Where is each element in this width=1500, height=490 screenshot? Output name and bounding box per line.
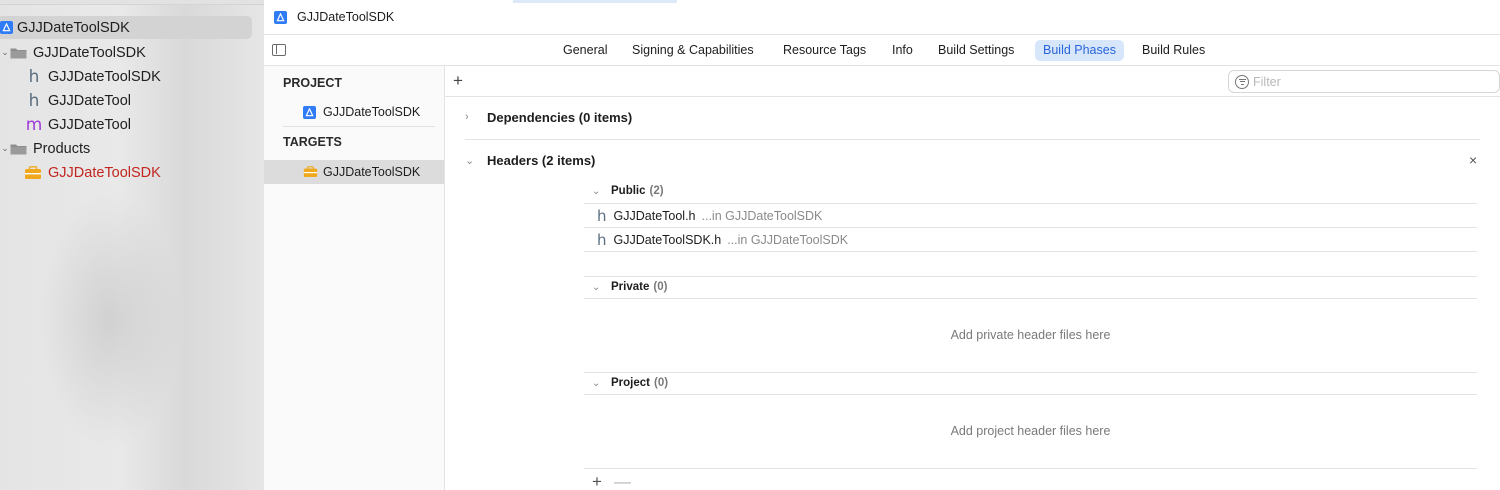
public-group-count: (2) [649, 185, 664, 197]
divider [584, 298, 1477, 299]
header-file-location: ...in GJJDateToolSDK [701, 209, 823, 223]
target-item[interactable]: GJJDateToolSDK [264, 160, 444, 184]
private-group-header[interactable]: ⌄ Private (0) [590, 278, 667, 296]
navigator-file-label: GJJDateToolSDK [48, 68, 161, 85]
public-group-label: Public [611, 185, 646, 197]
public-group-header[interactable]: ⌄ Public (2) [590, 182, 664, 200]
tab-info[interactable]: Info [884, 40, 921, 61]
project-editor-tabs: General Signing & Capabilities Resource … [264, 35, 1500, 66]
header-list-controls: + — [592, 472, 631, 490]
divider [465, 139, 1480, 140]
divider [584, 251, 1477, 252]
chevron-down-icon[interactable]: ⌄ [0, 47, 10, 58]
navigator-file-row[interactable]: m GJJDateTool [0, 113, 131, 136]
project-section-header: PROJECT [283, 76, 343, 90]
folder-icon [10, 48, 27, 58]
static-library-icon [25, 165, 41, 179]
project-empty-hint: Add project header files here [950, 424, 1111, 438]
project-group-count: (0) [654, 377, 669, 389]
chevron-down-icon[interactable]: ⌄ [590, 186, 611, 197]
remove-header-button[interactable]: — [614, 472, 631, 490]
dependencies-phase-header[interactable]: › Dependencies (0 items) [465, 107, 632, 127]
navigator-file-row[interactable]: h GJJDateToolSDK [0, 65, 161, 88]
navigator-group-products[interactable]: ⌄ Products [0, 137, 90, 160]
filter-input[interactable] [1253, 74, 1483, 89]
target-item-label: GJJDateToolSDK [323, 165, 421, 179]
navigator-products-label: Products [33, 140, 91, 157]
project-group-header[interactable]: ⌄ Project (0) [590, 374, 668, 392]
chevron-right-icon[interactable]: › [465, 111, 487, 123]
header-file-icon: h [597, 231, 607, 249]
private-group-label: Private [611, 281, 650, 293]
header-file-name: GJJDateTool.h [613, 209, 696, 223]
active-editor-indicator [513, 0, 677, 3]
project-navigator: GJJDateToolSDK ⌄ GJJDateToolSDK h GJJDat… [0, 0, 264, 490]
divider [283, 126, 435, 127]
navigator-file-label: GJJDateTool [48, 92, 132, 109]
build-phases-editor: + › Dependencies (0 items) ⌄ Headers (2 … [445, 66, 1500, 490]
project-item[interactable]: GJJDateToolSDK [264, 100, 444, 124]
navigator-root-label: GJJDateToolSDK [17, 19, 130, 36]
header-file-name: GJJDateToolSDK.h [613, 233, 722, 247]
targets-section-header: TARGETS [283, 135, 342, 149]
header-file-icon: h [28, 90, 40, 111]
implementation-file-icon: m [25, 114, 43, 135]
filter-field[interactable] [1228, 70, 1500, 93]
project-item-label: GJJDateToolSDK [323, 105, 421, 119]
breadcrumb[interactable]: GJJDateToolSDK [297, 10, 394, 24]
tab-signing-capabilities[interactable]: Signing & Capabilities [624, 40, 762, 61]
divider [584, 468, 1477, 469]
private-group-count: (0) [653, 281, 668, 293]
project-group-label: Project [611, 377, 650, 389]
navigator-group-label: GJJDateToolSDK [33, 44, 146, 61]
headers-phase-header[interactable]: ⌄ Headers (2 items) [465, 150, 595, 170]
navigator-file-row[interactable]: h GJJDateTool [0, 89, 131, 112]
chevron-down-icon[interactable]: ⌄ [465, 154, 487, 167]
add-build-phase-button[interactable]: + [453, 71, 463, 91]
add-header-button[interactable]: + [592, 472, 602, 490]
tab-build-phases[interactable]: Build Phases [1035, 40, 1124, 61]
header-file-row[interactable]: h GJJDateToolSDK.h ...in GJJDateToolSDK [584, 228, 1477, 252]
navigator-root-project[interactable]: GJJDateToolSDK [0, 16, 252, 39]
project-target-list: PROJECT GJJDateToolSDK TARGETS GJJDateTo… [264, 66, 445, 490]
xcode-project-icon [0, 21, 13, 34]
static-library-icon [303, 166, 318, 177]
navigator-product-label: GJJDateToolSDK [48, 164, 161, 181]
headers-phase-label: Headers (2 items) [487, 152, 596, 168]
navigator-product-row[interactable]: GJJDateToolSDK [0, 161, 161, 184]
delete-phase-button[interactable]: × [1469, 152, 1477, 168]
chevron-down-icon[interactable]: ⌄ [590, 282, 611, 293]
folder-icon [10, 144, 27, 154]
build-phases-toolbar: + [445, 66, 1500, 97]
header-file-row[interactable]: h GJJDateTool.h ...in GJJDateToolSDK [584, 204, 1477, 228]
header-file-location: ...in GJJDateToolSDK [727, 233, 849, 247]
filter-icon [1235, 74, 1249, 89]
divider [584, 372, 1477, 373]
header-file-icon: h [597, 207, 607, 225]
divider [584, 276, 1477, 277]
divider [584, 394, 1477, 395]
navigator-group-sdk[interactable]: ⌄ GJJDateToolSDK [0, 41, 146, 64]
editor-jump-bar: GJJDateToolSDK [264, 0, 1500, 35]
chevron-down-icon[interactable]: ⌄ [0, 143, 10, 154]
chevron-down-icon[interactable]: ⌄ [590, 378, 611, 389]
private-empty-hint: Add private header files here [950, 328, 1111, 342]
dependencies-phase-label: Dependencies (0 items) [487, 109, 633, 125]
tab-build-settings[interactable]: Build Settings [930, 40, 1022, 61]
tab-resource-tags[interactable]: Resource Tags [775, 40, 874, 61]
xcode-project-icon [274, 10, 287, 24]
sidebar-toggle-icon[interactable] [272, 44, 286, 56]
header-file-icon: h [28, 66, 40, 87]
navigator-file-label: GJJDateTool [48, 116, 132, 133]
xcode-project-icon [303, 105, 316, 119]
tab-general[interactable]: General [555, 40, 615, 61]
tab-build-rules[interactable]: Build Rules [1134, 40, 1213, 61]
